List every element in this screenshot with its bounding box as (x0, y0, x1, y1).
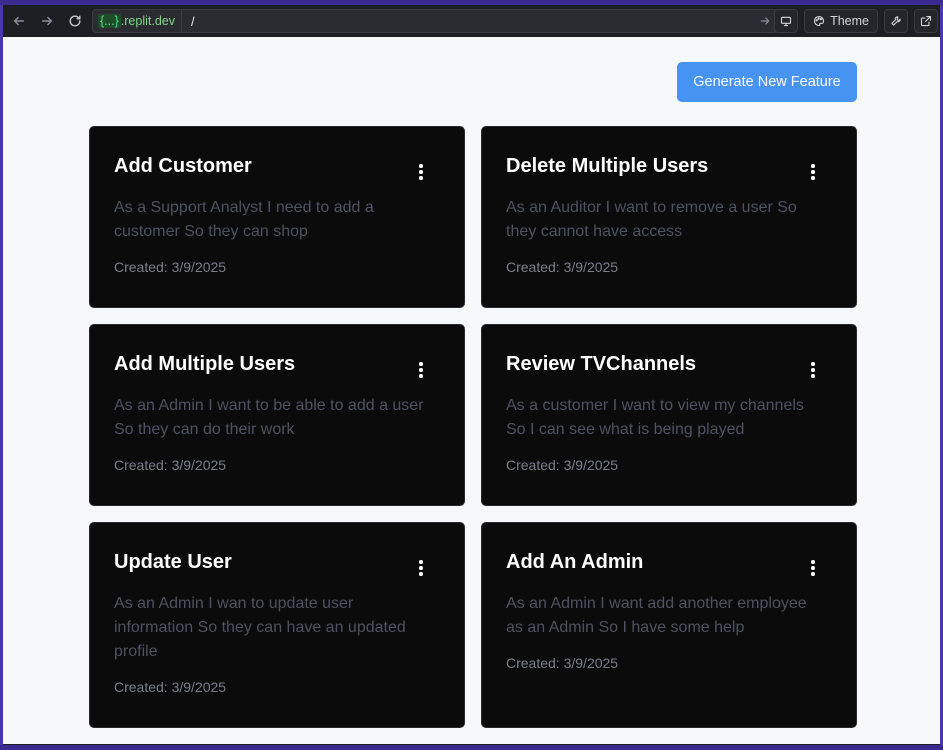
feature-created-date: Created: 3/9/2025 (114, 457, 227, 473)
more-options-icon[interactable] (804, 361, 822, 379)
feature-description: As an Admin I want add another employee … (506, 595, 807, 636)
feature-description: As a customer I want to view my channels… (506, 397, 804, 438)
feature-description: As an Admin I wan to update user informa… (114, 595, 406, 660)
url-domain-brace: {...} (98, 14, 121, 28)
monitor-icon (781, 16, 792, 27)
more-options-icon[interactable] (412, 559, 430, 577)
feature-title: Review TVChannels (506, 353, 697, 375)
url-domain-suffix: .replit.dev (120, 14, 175, 28)
feature-grid: Add Customer As a Support Analyst I need… (89, 126, 857, 728)
browser-toolbar: {...} .replit.dev / Theme (3, 5, 940, 37)
wrench-icon (891, 16, 901, 26)
feature-card[interactable]: Review TVChannels As a customer I want t… (481, 324, 857, 506)
feature-title: Delete Multiple Users (506, 155, 709, 177)
feature-card[interactable]: Add An Admin As an Admin I want add anot… (481, 522, 857, 728)
more-options-icon[interactable] (804, 559, 822, 577)
more-options-icon[interactable] (804, 163, 822, 181)
more-options-icon[interactable] (412, 361, 430, 379)
feature-title: Add Multiple Users (114, 353, 296, 375)
external-link-icon (920, 15, 932, 27)
address-bar[interactable]: {...} .replit.dev / (92, 9, 778, 33)
feature-description: As an Auditor I want to remove a user So… (506, 199, 797, 240)
reload-icon[interactable] (61, 7, 89, 35)
theme-button[interactable]: Theme (804, 9, 878, 33)
feature-created-date: Created: 3/9/2025 (114, 259, 227, 275)
generate-new-feature-button[interactable]: Generate New Feature (677, 62, 857, 102)
toolbar-actions: Theme (774, 9, 940, 33)
palette-icon (814, 15, 825, 27)
feature-description: As an Admin I want to be able to add a u… (114, 397, 424, 438)
theme-label: Theme (830, 14, 869, 28)
feature-title: Update User (114, 551, 232, 573)
devtools-button[interactable] (884, 9, 908, 33)
app-page: Generate New Feature Add Customer As a S… (3, 37, 940, 744)
feature-card[interactable]: Add Customer As a Support Analyst I need… (89, 126, 465, 308)
feature-created-date: Created: 3/9/2025 (506, 457, 619, 473)
feature-created-date: Created: 3/9/2025 (114, 679, 227, 695)
feature-created-date: Created: 3/9/2025 (506, 655, 619, 671)
open-new-tab-button[interactable] (914, 9, 938, 33)
device-preview-button[interactable] (774, 9, 799, 33)
feature-title: Add Customer (114, 155, 252, 177)
more-options-icon[interactable] (412, 163, 430, 181)
feature-created-date: Created: 3/9/2025 (506, 259, 619, 275)
feature-title: Add An Admin (506, 551, 644, 573)
feature-card[interactable]: Add Multiple Users As an Admin I want to… (89, 324, 465, 506)
feature-card[interactable]: Update User As an Admin I wan to update … (89, 522, 465, 728)
feature-card[interactable]: Delete Multiple Users As an Auditor I wa… (481, 126, 857, 308)
feature-description: As a Support Analyst I need to add a cus… (114, 199, 374, 240)
back-icon[interactable] (5, 7, 33, 35)
url-domain[interactable]: {...} .replit.dev (93, 10, 182, 32)
url-path[interactable]: / (182, 14, 753, 29)
forward-icon[interactable] (33, 7, 61, 35)
